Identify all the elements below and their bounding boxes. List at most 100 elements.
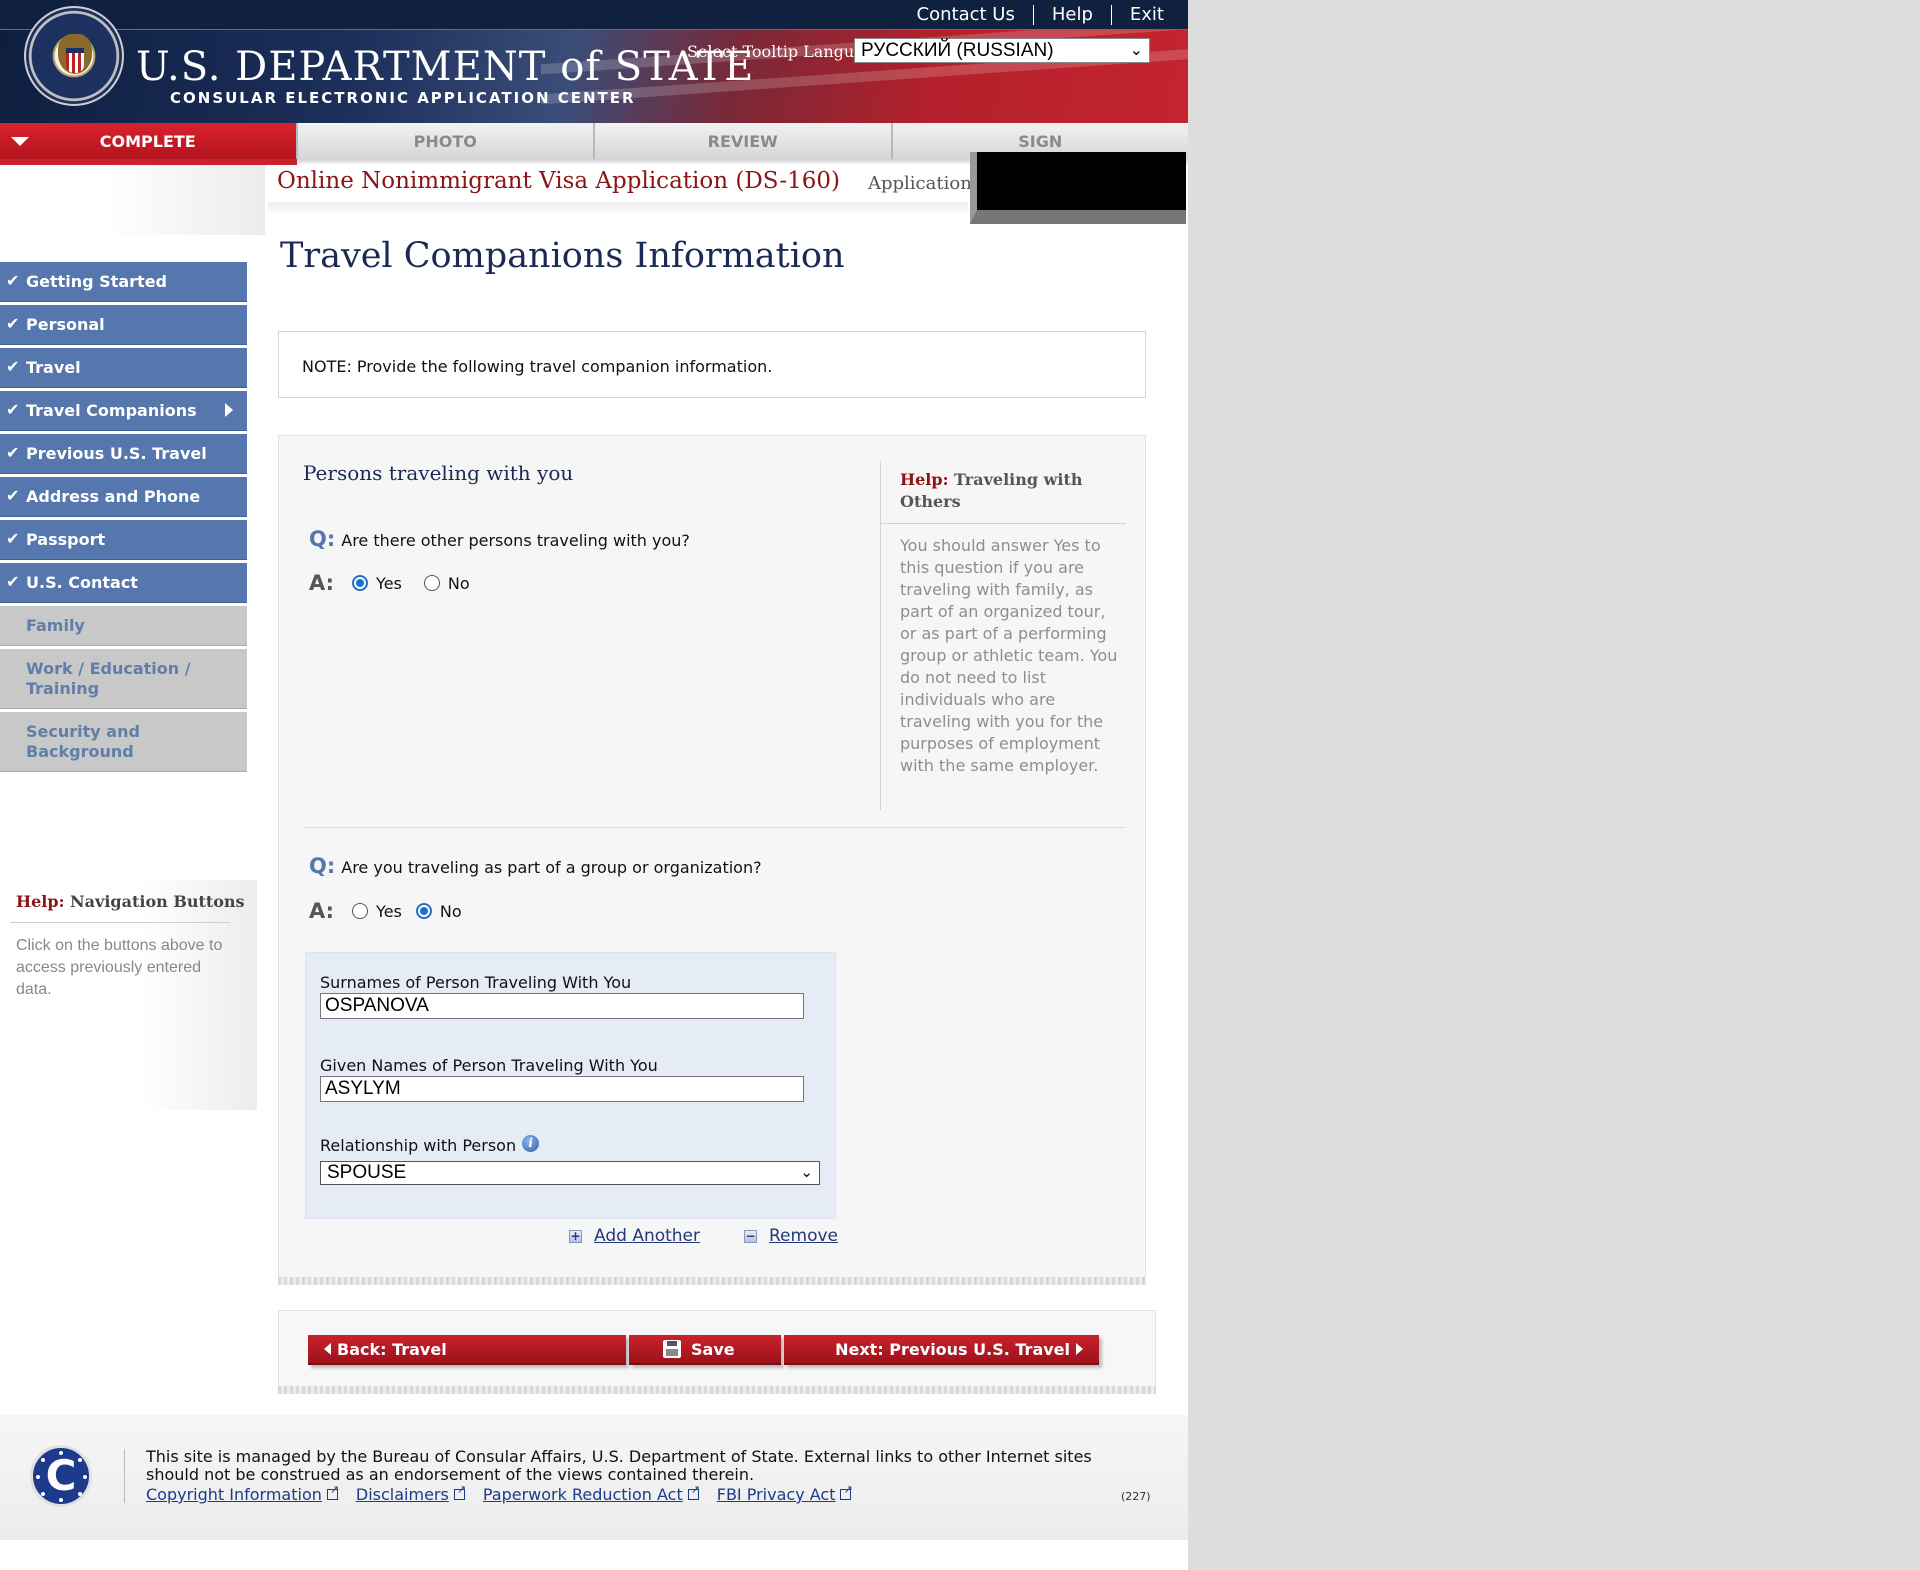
external-link-icon — [840, 1483, 853, 1500]
shield-icon — [66, 48, 84, 73]
sidebar-item-label: Passport — [26, 530, 106, 549]
sidebar-item-previous-us-travel[interactable]: ✔ Previous U.S. Travel — [0, 434, 247, 474]
sidebar-item-passport[interactable]: ✔ Passport — [0, 520, 247, 560]
sidebar-item-work-education: Work / Education / Training — [0, 649, 247, 709]
note-text: NOTE: Provide the following travel compa… — [302, 357, 773, 376]
star-icon — [59, 1498, 63, 1502]
sidebar-item-us-contact[interactable]: ✔ U.S. Contact — [0, 563, 247, 603]
sidebar-item-family: Family — [0, 606, 247, 646]
disclaimers-link[interactable]: Disclaimers — [355, 1483, 466, 1504]
form-navigation: Back: Travel Save Next: Previous U.S. Tr… — [278, 1310, 1156, 1392]
question-other-persons: Q: Are there other persons traveling with… — [309, 527, 690, 551]
relationship-select[interactable]: SPOUSE ⌄ — [320, 1161, 820, 1185]
sidebar-item-label: Previous U.S. Travel — [26, 444, 207, 463]
radio-button[interactable] — [423, 575, 440, 591]
traveling-help-text: You should answer Yes to this question i… — [900, 536, 1118, 775]
check-icon: ✔ — [6, 486, 20, 505]
remove-control[interactable]: − Remove — [744, 1226, 838, 1246]
radio-label: No — [439, 901, 462, 921]
plus-icon: + — [569, 1228, 582, 1243]
fbi-privacy-link[interactable]: FBI Privacy Act — [716, 1483, 853, 1504]
answer-other-persons: A: Yes No — [309, 571, 470, 595]
application-title: Online Nonimmigrant Visa Application (DS… — [277, 168, 841, 194]
given-name-label: Given Names of Person Traveling With You — [320, 1056, 658, 1075]
step-review[interactable]: REVIEW — [595, 123, 893, 159]
tooltip-language-select[interactable]: РУССКИЙ (RUSSIAN) ⌄ — [854, 38, 1150, 63]
sidebar-item-label: Personal — [26, 315, 105, 334]
chevron-down-icon: ⌄ — [800, 1164, 813, 1181]
radio-group-yes[interactable]: Yes — [352, 902, 402, 921]
application-id-label: Application — [868, 173, 972, 194]
sidebar-item-personal[interactable]: ✔ Personal — [0, 305, 247, 345]
radio-other-persons-no[interactable]: No — [423, 573, 470, 593]
radio-group-no[interactable]: No — [415, 901, 462, 921]
star-icon — [83, 1475, 87, 1479]
external-link-icon — [687, 1483, 700, 1500]
button-label: Save — [691, 1339, 735, 1359]
add-another-control[interactable]: + Add Another — [569, 1226, 700, 1246]
sidebar-item-getting-started[interactable]: ✔ Getting Started — [0, 262, 247, 302]
radio-label: No — [447, 573, 470, 593]
sidebar-item-label: Travel Companions — [26, 401, 197, 420]
info-icon[interactable]: i — [522, 1135, 540, 1152]
site-footer: C This site is managed by the Bureau of … — [0, 1415, 1188, 1540]
check-icon: ✔ — [6, 400, 20, 419]
radio-button[interactable] — [352, 575, 369, 591]
step-complete[interactable]: COMPLETE — [0, 123, 298, 159]
star-icon — [41, 1458, 45, 1462]
radio-label: Yes — [376, 573, 402, 593]
save-button[interactable]: Save — [629, 1335, 781, 1365]
add-another-link[interactable]: Add Another — [594, 1226, 700, 1246]
radio-label: Yes — [376, 901, 402, 921]
left-fade — [0, 165, 265, 235]
given-name-input[interactable]: ASYLYM — [320, 1076, 804, 1102]
footer-divider — [124, 1449, 125, 1503]
q-marker: Q: — [309, 854, 336, 878]
button-label: Next: Previous U.S. Travel — [835, 1339, 1070, 1359]
chevron-down-icon: ⌄ — [1129, 42, 1143, 59]
button-bar-shadow — [278, 1386, 1156, 1394]
link-text: FBI Privacy Act — [716, 1485, 836, 1504]
back-button[interactable]: Back: Travel — [308, 1335, 626, 1365]
surname-label: Surnames of Person Traveling With You — [320, 973, 632, 992]
exit-link[interactable]: Exit — [1110, 4, 1182, 25]
check-icon: ✔ — [6, 572, 20, 591]
step-label: REVIEW — [707, 131, 778, 151]
radio-button[interactable] — [415, 903, 432, 919]
relationship-value: SPOUSE — [327, 1162, 407, 1183]
step-label: SIGN — [1018, 131, 1063, 151]
link-text: Copyright Information — [146, 1485, 322, 1504]
link-text: Paperwork Reduction Act — [482, 1485, 683, 1504]
sidebar-item-label: Family — [26, 616, 85, 635]
relationship-label: Relationship with Person i — [320, 1135, 540, 1155]
radio-button[interactable] — [352, 903, 369, 919]
help-title: Navigation Buttons — [70, 892, 245, 911]
a-marker: A: — [309, 571, 335, 595]
note-box: NOTE: Provide the following travel compa… — [278, 331, 1146, 398]
divider — [10, 922, 230, 923]
step-photo[interactable]: PHOTO — [297, 123, 595, 159]
sidebar-item-label: Getting Started — [26, 272, 167, 291]
next-button[interactable]: Next: Previous U.S. Travel — [784, 1335, 1099, 1365]
copyright-link[interactable]: Copyright Information — [146, 1483, 339, 1504]
star-icon — [41, 1492, 45, 1496]
help-link[interactable]: Help — [1032, 4, 1111, 25]
sidebar-item-address-and-phone[interactable]: ✔ Address and Phone — [0, 477, 247, 517]
link-text: Disclaimers — [355, 1485, 449, 1504]
radio-other-persons-yes[interactable]: Yes — [352, 574, 402, 593]
section-divider — [303, 827, 1125, 828]
page-code: (227) — [1121, 1490, 1151, 1503]
sidebar-item-label: Address and Phone — [26, 487, 201, 506]
surname-input[interactable]: OSPANOVA — [320, 993, 804, 1019]
sidebar-item-travel-companions[interactable]: ✔ Travel Companions — [0, 391, 247, 431]
minus-icon: − — [744, 1228, 757, 1243]
contact-us-link[interactable]: Contact Us — [899, 4, 1033, 25]
question-group: Q: Are you traveling as part of a group o… — [309, 854, 762, 878]
navigation-help-text: Click on the buttons above to access pre… — [16, 937, 223, 998]
check-icon: ✔ — [6, 271, 20, 290]
sidebar-item-label: Travel — [26, 358, 81, 377]
paperwork-reduction-link[interactable]: Paperwork Reduction Act — [482, 1483, 700, 1504]
sidebar-item-travel[interactable]: ✔ Travel — [0, 348, 247, 388]
remove-link[interactable]: Remove — [769, 1226, 838, 1246]
star-icon — [36, 1475, 40, 1479]
